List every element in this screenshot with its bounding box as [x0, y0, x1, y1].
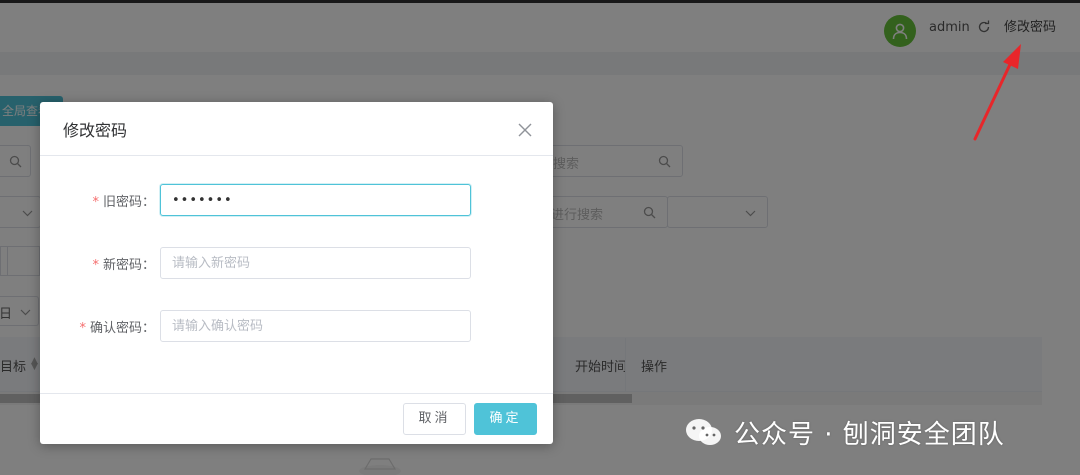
form-row-old-password: * 旧密码： [40, 184, 553, 216]
confirm-password-label: * 确认密码： [79, 321, 155, 336]
required-mark: * [92, 258, 99, 273]
new-password-input[interactable] [160, 247, 471, 279]
required-mark: * [79, 321, 86, 336]
old-password-label: * 旧密码： [92, 195, 155, 210]
confirm-password-input[interactable] [160, 310, 471, 342]
watermark-text: 公众号 · 刨洞安全团队 [734, 419, 1005, 450]
dialog-header-divider [40, 155, 553, 156]
wechat-icon [686, 419, 721, 445]
close-icon[interactable] [516, 121, 534, 139]
required-mark: * [92, 195, 99, 210]
old-password-input[interactable] [160, 184, 471, 216]
watermark: 公众号 · 刨洞安全团队 [684, 414, 1005, 450]
form-row-confirm-password: * 确认密码： [40, 310, 553, 342]
new-password-label: * 新密码： [92, 258, 155, 273]
dialog-footer-divider [40, 393, 553, 394]
dialog-title: 修改密码 [63, 121, 128, 140]
form-row-new-password: * 新密码： [40, 247, 553, 279]
confirm-button[interactable]: 确定 [474, 403, 537, 435]
cancel-button[interactable]: 取消 [403, 403, 466, 435]
change-password-dialog: 修改密码 *旧密码： *新密码： *确认密码： 取消 确定 [40, 102, 553, 444]
